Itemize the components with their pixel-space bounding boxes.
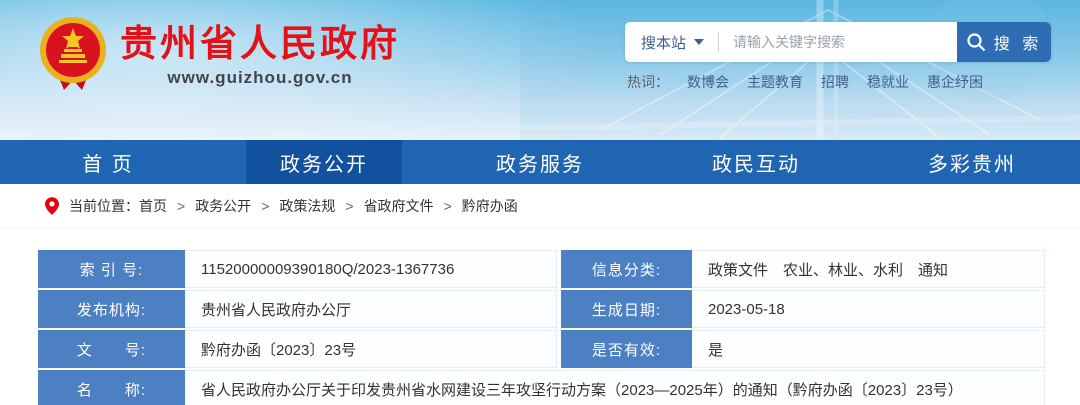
nav-item-gov-disclosure[interactable]: 政务公开 <box>216 140 432 184</box>
document-number-value: 黔府办函〔2023〕23号 <box>185 330 557 368</box>
header-banner: 贵州省人民政府 www.guizhou.gov.cn 搜本站 搜 索 热词： 数… <box>0 0 1080 140</box>
breadcrumb-separator: > <box>261 198 269 214</box>
nav-item-colorful-guizhou[interactable]: 多彩贵州 <box>864 140 1080 184</box>
bridge-photo-decoration <box>520 0 1080 140</box>
issuing-agency-label: 发布机构: <box>38 290 185 328</box>
document-title-label: 名 称: <box>38 370 185 405</box>
search-icon <box>966 32 986 52</box>
search-scope-label: 搜本站 <box>641 32 686 53</box>
is-valid-value: 是 <box>692 330 1045 368</box>
hotword-link-zhaopin[interactable]: 招聘 <box>821 72 849 92</box>
info-category-label: 信息分类: <box>561 250 692 288</box>
is-valid-label: 是否有效: <box>561 330 692 368</box>
nav-item-gov-services-label: 政务服务 <box>462 140 618 184</box>
hotword-link-shubohui[interactable]: 数博会 <box>687 72 729 92</box>
issue-date-value: 2023-05-18 <box>692 290 1045 328</box>
issue-date-label: 生成日期: <box>561 290 692 328</box>
nav-item-public-interaction-label: 政民互动 <box>678 140 834 184</box>
table-row: 文 号: 黔府办函〔2023〕23号 是否有效: 是 <box>38 330 1045 368</box>
table-row: 发布机构: 贵州省人民政府办公厅 生成日期: 2023-05-18 <box>38 290 1045 328</box>
hotwords-bar: 热词： 数博会 主题教育 招聘 稳就业 惠企纾困 <box>627 72 983 92</box>
hotwords-label: 热词： <box>627 72 669 92</box>
nav-item-public-interaction[interactable]: 政民互动 <box>648 140 864 184</box>
table-row: 索 引 号: 11520000009390180Q/2023-1367736 信… <box>38 250 1045 288</box>
page: 贵州省人民政府 www.guizhou.gov.cn 搜本站 搜 索 热词： 数… <box>0 0 1080 405</box>
site-logo[interactable]: 贵州省人民政府 www.guizhou.gov.cn <box>34 14 400 94</box>
breadcrumb-separator: > <box>345 198 353 214</box>
breadcrumb-link-gov-disclosure[interactable]: 政务公开 <box>195 196 251 216</box>
breadcrumb-label: 当前位置： <box>69 196 139 216</box>
national-emblem-icon <box>34 14 112 94</box>
hotword-link-huiqishukun[interactable]: 惠企纾困 <box>927 72 983 92</box>
document-number-label: 文 号: <box>38 330 185 368</box>
search-bar: 搜本站 搜 索 <box>625 22 1051 62</box>
nav-item-gov-disclosure-label: 政务公开 <box>246 140 402 184</box>
search-button-label: 搜 索 <box>994 30 1042 54</box>
search-input[interactable] <box>723 22 957 62</box>
breadcrumb-separator: > <box>177 198 185 214</box>
breadcrumb: 当前位置： 首页 > 政务公开 > 政策法规 > 省政府文件 > 黔府办函 <box>0 184 1080 228</box>
search-divider <box>718 32 719 52</box>
breadcrumb-link-qianfu-bahan[interactable]: 黔府办函 <box>462 196 518 216</box>
info-category-value: 政策文件 农业、林业、水利 通知 <box>692 250 1045 288</box>
search-scope-select[interactable]: 搜本站 <box>625 22 714 62</box>
index-number-value: 11520000009390180Q/2023-1367736 <box>185 250 557 288</box>
breadcrumb-separator: > <box>444 198 452 214</box>
main-nav: 首 页 政务公开 政务服务 政民互动 多彩贵州 <box>0 140 1080 184</box>
breadcrumb-link-policy-law[interactable]: 政策法规 <box>279 196 335 216</box>
search-button[interactable]: 搜 索 <box>957 22 1051 62</box>
site-url: www.guizhou.gov.cn <box>120 68 400 88</box>
hotword-link-wenjiuye[interactable]: 稳就业 <box>867 72 909 92</box>
location-pin-icon <box>45 197 59 215</box>
issuing-agency-value: 贵州省人民政府办公厅 <box>185 290 557 328</box>
hotword-link-zhutijiaoyu[interactable]: 主题教育 <box>747 72 803 92</box>
nav-item-colorful-guizhou-label: 多彩贵州 <box>894 140 1050 184</box>
table-row: 名 称: 省人民政府办公厅关于印发贵州省水网建设三年攻坚行动方案（2023—20… <box>38 370 1045 405</box>
index-number-label: 索 引 号: <box>38 250 185 288</box>
breadcrumb-link-home[interactable]: 首页 <box>139 196 167 216</box>
nav-item-home-label: 首 页 <box>48 140 168 184</box>
site-title-block: 贵州省人民政府 www.guizhou.gov.cn <box>120 14 400 88</box>
chevron-down-icon <box>694 39 704 45</box>
info-table: 索 引 号: 11520000009390180Q/2023-1367736 信… <box>38 250 1045 405</box>
site-title: 贵州省人民政府 <box>120 24 400 65</box>
breadcrumb-link-provincial-docs[interactable]: 省政府文件 <box>364 196 434 216</box>
document-title-value: 省人民政府办公厅关于印发贵州省水网建设三年攻坚行动方案（2023—2025年）的… <box>185 370 1045 405</box>
nav-item-home[interactable]: 首 页 <box>0 140 216 184</box>
nav-item-gov-services[interactable]: 政务服务 <box>432 140 648 184</box>
